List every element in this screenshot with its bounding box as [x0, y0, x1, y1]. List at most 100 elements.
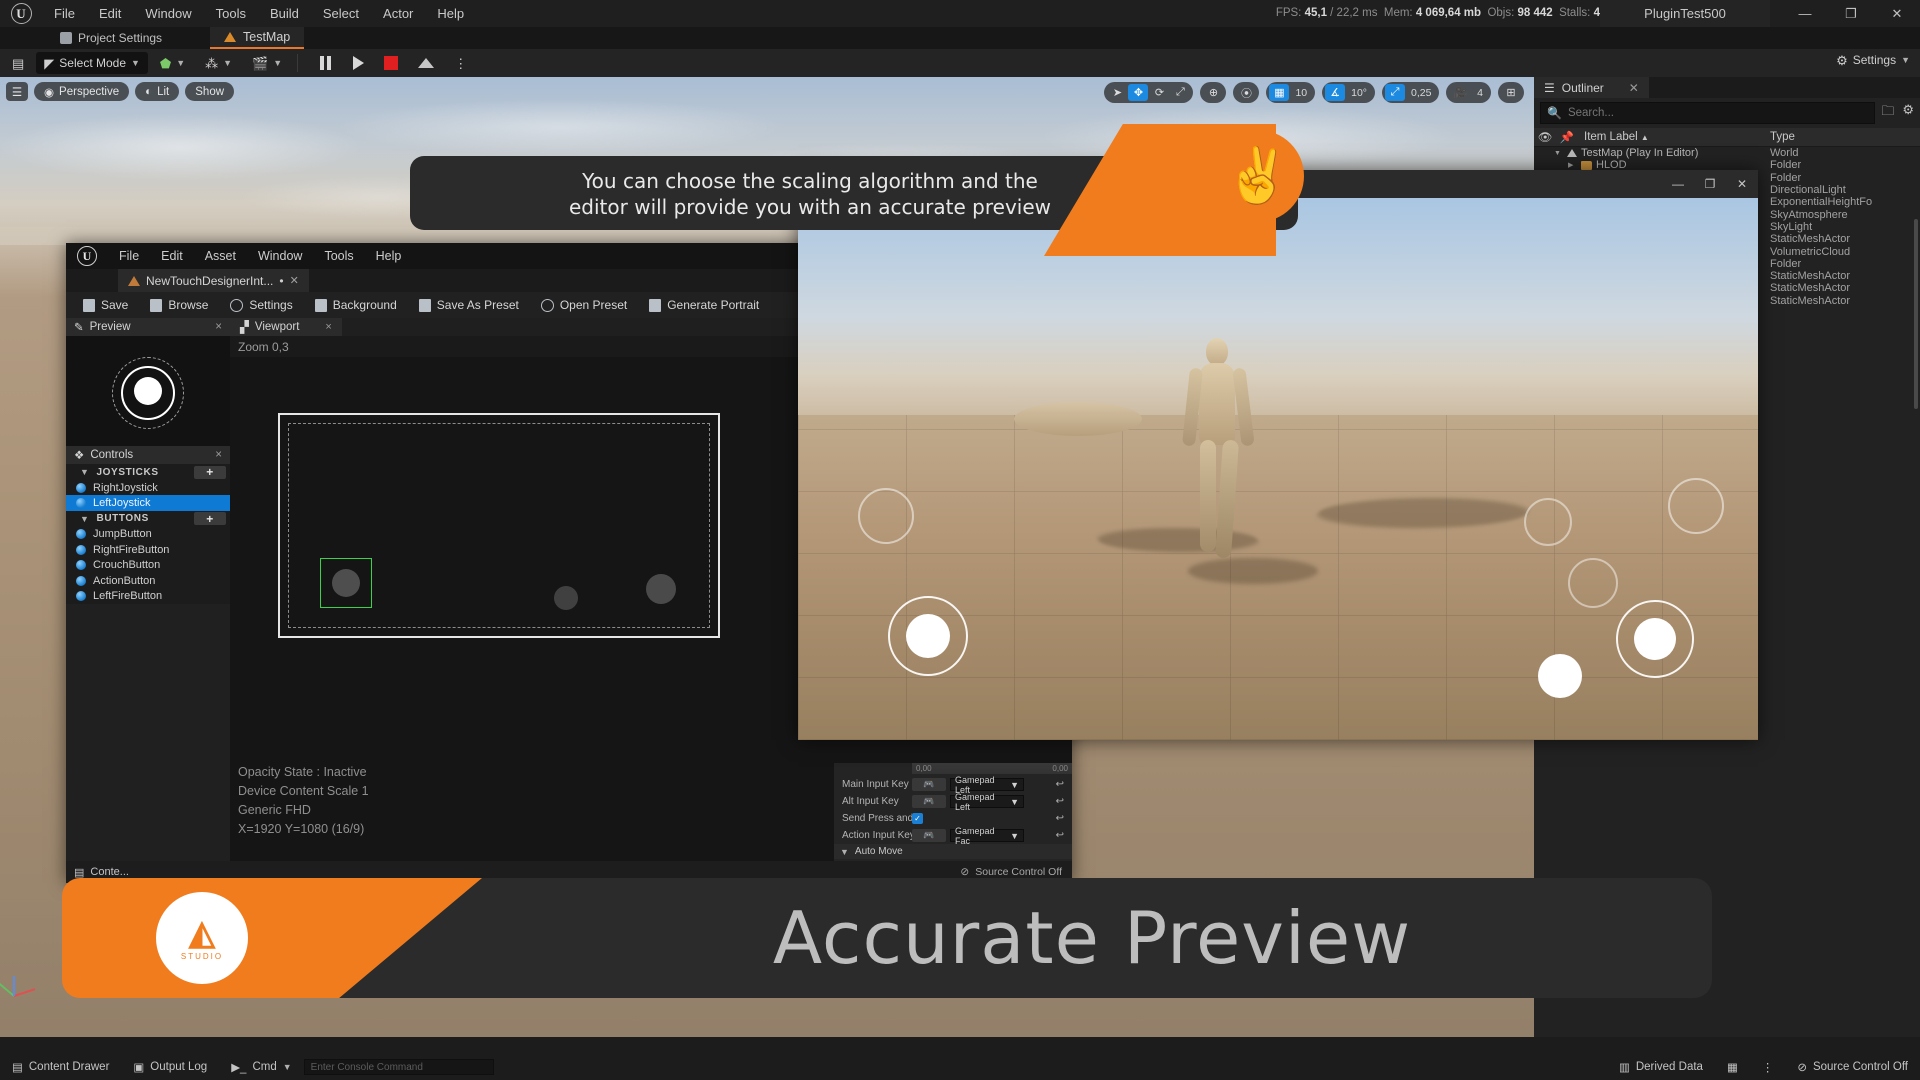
- right-joystick-knob[interactable]: [646, 574, 676, 604]
- gamepad-icon[interactable]: 🎮: [912, 795, 946, 808]
- frame-step-button[interactable]: [345, 52, 372, 74]
- angle-snap-value[interactable]: 10°: [1346, 87, 1372, 99]
- td-source-control-status[interactable]: ⊘ Source Control Off: [960, 866, 1072, 878]
- new-folder-icon[interactable]: 🗀: [1881, 102, 1894, 124]
- menu-help[interactable]: Help: [425, 0, 476, 27]
- unreal-logo[interactable]: U: [0, 0, 42, 27]
- column-type[interactable]: Type: [1770, 131, 1920, 143]
- search-input[interactable]: [1567, 107, 1869, 119]
- td-asset-tab[interactable]: NewTouchDesignerInt... • ✕: [118, 269, 309, 292]
- output-log-button[interactable]: ▣ Output Log: [121, 1060, 219, 1074]
- derived-data-button[interactable]: ▥ Derived Data: [1607, 1060, 1715, 1074]
- control-item-crouchbutton[interactable]: CrouchButton: [66, 558, 230, 573]
- open-preset-button[interactable]: Open Preset: [532, 294, 636, 316]
- controls-section-joysticks[interactable]: ▼ JOYSTICKS +: [66, 464, 230, 480]
- td-menu-edit[interactable]: Edit: [150, 243, 194, 269]
- camera-speed-icon[interactable]: 🎥: [1449, 84, 1471, 101]
- level-tab-testmap[interactable]: TestMap: [210, 27, 305, 49]
- select-mode-dropdown[interactable]: ◤ Select Mode ▼: [36, 52, 148, 74]
- control-item-actionbutton[interactable]: ActionButton: [66, 573, 230, 588]
- browse-button[interactable]: Browse: [141, 294, 217, 316]
- maximize-viewport-icon[interactable]: ⊞: [1501, 84, 1521, 101]
- add-buttons-button[interactable]: +: [194, 512, 226, 526]
- content-drawer-button[interactable]: ▤ Content Drawer: [0, 1060, 121, 1074]
- menu-edit[interactable]: Edit: [87, 0, 133, 27]
- eject-button[interactable]: [410, 52, 442, 74]
- menu-select[interactable]: Select: [311, 0, 371, 27]
- gamepad-icon[interactable]: 🎮: [912, 778, 946, 791]
- tab-outliner[interactable]: ☰ Outliner ✕: [1534, 77, 1649, 98]
- toolbar-settings-button[interactable]: ⚙ Settings ▼: [1836, 53, 1910, 67]
- details-value-dropdown[interactable]: Gamepad Left ▼: [950, 775, 1024, 795]
- expander-icon[interactable]: ▶: [1568, 161, 1577, 169]
- jump-button[interactable]: [1538, 654, 1582, 698]
- cmd-button[interactable]: ▶_ Cmd ▼: [219, 1060, 303, 1074]
- close-icon[interactable]: ×: [325, 321, 331, 333]
- reset-icon[interactable]: ↩: [1056, 813, 1064, 824]
- checkbox-icon[interactable]: ✓: [912, 813, 923, 824]
- surface-snap-icon[interactable]: ⦿: [1236, 84, 1256, 101]
- rotate-tool-icon[interactable]: ⟳: [1149, 84, 1169, 101]
- td-menu-file[interactable]: File: [108, 243, 150, 269]
- angle-snap-icon[interactable]: ∡: [1325, 84, 1346, 101]
- console-command-input[interactable]: Enter Console Command: [303, 1059, 494, 1075]
- td-menu-window[interactable]: Window: [247, 243, 313, 269]
- left-joystick-selection[interactable]: [320, 558, 372, 608]
- cinematics-button[interactable]: 🎬 ▼: [244, 52, 290, 74]
- scale-snap-icon[interactable]: ⤢: [1385, 84, 1406, 101]
- close-icon[interactable]: ✕: [1874, 0, 1920, 27]
- eye-icon[interactable]: 👁: [1534, 130, 1556, 144]
- move-tool-icon[interactable]: ✥: [1128, 84, 1149, 101]
- reset-icon[interactable]: ↩: [1056, 830, 1064, 841]
- reset-icon[interactable]: ↩: [1056, 796, 1064, 807]
- settings-button[interactable]: Settings: [221, 294, 301, 316]
- derived-data-chart-button[interactable]: ▦: [1715, 1060, 1750, 1074]
- save-as-preset-button[interactable]: Save As Preset: [410, 294, 528, 316]
- td-content-drawer-button[interactable]: ▤ Conte...: [66, 866, 129, 879]
- source-control-button[interactable]: ⊘ Source Control Off: [1785, 1060, 1920, 1074]
- status-more-button[interactable]: ⋮: [1750, 1060, 1786, 1074]
- scale-tool-icon[interactable]: ⤢: [1170, 84, 1190, 101]
- preview-canvas[interactable]: [66, 336, 230, 446]
- ghost-button-4[interactable]: [1568, 558, 1618, 608]
- pin-icon[interactable]: 📌: [1556, 130, 1578, 144]
- grid-snap-icon[interactable]: ▦: [1269, 84, 1290, 101]
- menu-actor[interactable]: Actor: [371, 0, 425, 27]
- tab-controls[interactable]: ❖ Controls ×: [66, 446, 230, 464]
- ghost-button-3[interactable]: [1524, 498, 1572, 546]
- close-icon[interactable]: ✕: [1629, 81, 1639, 95]
- close-icon[interactable]: ✕: [1726, 170, 1758, 198]
- chevron-down-icon[interactable]: ▼: [80, 514, 90, 524]
- viewport-options-button[interactable]: ☰: [6, 82, 28, 101]
- details-value-dropdown[interactable]: Gamepad Fac ▼: [950, 826, 1024, 846]
- control-item-rightjoystick[interactable]: RightJoystick: [66, 480, 230, 495]
- auto-move-section[interactable]: ▼ Auto Move: [834, 844, 1072, 859]
- camera-speed-value[interactable]: 4: [1472, 87, 1488, 99]
- controls-section-buttons[interactable]: ▼ BUTTONS +: [66, 511, 230, 527]
- jump-button-knob[interactable]: [554, 586, 578, 610]
- gear-icon[interactable]: ⚙: [1902, 102, 1914, 124]
- close-icon[interactable]: ×: [215, 449, 222, 461]
- outliner-search[interactable]: 🔍: [1540, 102, 1876, 124]
- ghost-button-1[interactable]: [858, 488, 914, 544]
- minimize-icon[interactable]: —: [1782, 0, 1828, 27]
- left-joystick[interactable]: [888, 596, 968, 676]
- td-menu-tools[interactable]: Tools: [313, 243, 364, 269]
- tab-preview[interactable]: ✎ Preview ×: [66, 318, 230, 336]
- more-options-button[interactable]: ⋮: [446, 52, 475, 74]
- maximize-icon[interactable]: ❐: [1828, 0, 1874, 27]
- select-tool-icon[interactable]: ➤: [1107, 84, 1127, 101]
- pause-button[interactable]: [309, 52, 341, 74]
- save-button[interactable]: ▤: [4, 52, 32, 74]
- menu-build[interactable]: Build: [258, 0, 311, 27]
- scale-snap-value[interactable]: 0,25: [1406, 87, 1436, 99]
- camera-perspective-button[interactable]: ◉ Perspective: [34, 82, 130, 101]
- control-item-leftjoystick[interactable]: LeftJoystick: [66, 495, 230, 511]
- column-item-label[interactable]: Item Label ▲: [1578, 131, 1770, 143]
- stop-button[interactable]: [376, 52, 406, 74]
- expander-icon[interactable]: ▼: [1554, 150, 1563, 157]
- minimize-icon[interactable]: —: [1662, 170, 1694, 198]
- close-icon[interactable]: ×: [215, 321, 222, 333]
- tab-viewport[interactable]: ▞ Viewport ×: [230, 318, 342, 336]
- background-button[interactable]: Background: [306, 294, 406, 316]
